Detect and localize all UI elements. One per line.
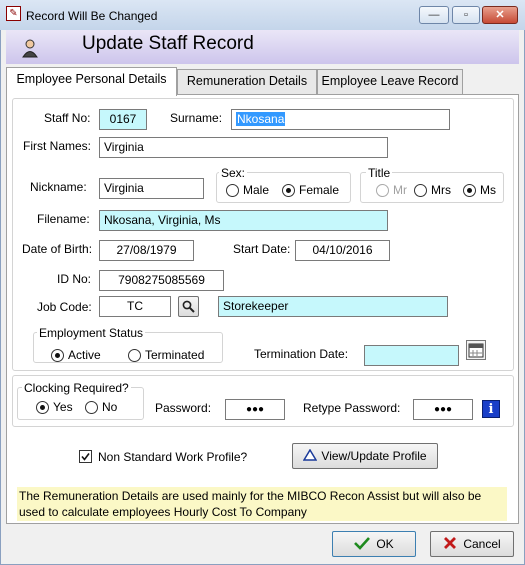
clocking-yes-radio[interactable] [36,401,49,414]
maximize-button[interactable]: ▫ [452,6,480,24]
retype-password-label: Retype Password: [303,401,401,415]
start-date-label: Start Date: [233,242,291,256]
title-ms-radio[interactable] [463,184,476,197]
clocking-required-label: Clocking Required? [22,381,131,395]
tab-employee-leave-record[interactable]: Employee Leave Record [317,69,463,94]
surname-label: Surname: [170,111,223,125]
cancel-button[interactable]: Cancel [430,531,514,557]
cancel-label: Cancel [463,537,501,551]
tab-remuneration-details[interactable]: Remuneration Details [177,69,317,94]
sex-male-label: Male [243,183,270,197]
staff-no-field[interactable]: 0167 [99,109,147,130]
job-code-search-button[interactable] [178,296,199,317]
surname-input[interactable]: Nkosana [231,109,450,130]
status-active-radio[interactable] [51,349,64,362]
title-mrs-radio[interactable] [414,184,427,197]
title-mr-radio[interactable] [376,184,389,197]
job-code-input[interactable]: TC [99,296,171,317]
nickname-input[interactable]: Virginia [99,178,204,199]
employment-status-label: Employment Status [37,326,146,340]
triangle-up-icon [303,448,318,461]
dob-label: Date of Birth: [22,242,93,256]
checkmark-icon [81,453,90,461]
first-names-input[interactable]: Virginia [99,137,388,158]
close-icon: ✕ [495,9,505,21]
non-standard-label: Non Standard Work Profile? [98,450,248,464]
title-mr-label: Mr [393,183,407,197]
info-icon[interactable]: i [482,400,500,418]
info-note: The Remuneration Details are used mainly… [17,487,507,521]
view-update-profile-label: View/Update Profile [321,449,427,463]
sex-label: Sex: [219,166,248,180]
tab-employee-personal-details[interactable]: Employee Personal Details [6,67,177,96]
password-input[interactable]: ●●● [225,399,285,420]
app-icon: ✎ [6,6,21,21]
start-date-input[interactable]: 04/10/2016 [295,240,390,261]
termination-date-field[interactable] [364,345,459,366]
status-terminated-radio[interactable] [128,349,141,362]
job-code-label: Job Code: [37,300,92,314]
id-no-input[interactable]: 7908275085569 [99,270,224,291]
sex-female-radio[interactable] [282,184,295,197]
clocking-yes-label: Yes [53,400,73,414]
clocking-no-radio[interactable] [85,401,98,414]
minimize-icon: — [428,9,440,21]
window-title: Record Will Be Changed [26,9,158,23]
checkmark-icon [354,537,371,550]
title-ms-label: Ms [480,183,496,197]
calendar-icon [468,343,484,358]
staff-no-label: Staff No: [44,111,91,125]
ok-label: OK [376,537,394,551]
user-icon [22,39,38,58]
nickname-label: Nickname: [30,180,87,194]
filename-field[interactable]: Nkosana, Virginia, Ms [99,210,388,231]
sex-female-label: Female [299,183,340,197]
clocking-no-label: No [102,400,118,414]
view-update-profile-button[interactable]: View/Update Profile [292,443,438,469]
cross-icon [444,537,457,549]
maximize-icon: ▫ [464,9,468,21]
status-terminated-label: Terminated [145,348,205,362]
page-title: Update Staff Record [82,33,254,54]
job-description-field[interactable]: Storekeeper [218,296,448,317]
title-label: Title [366,166,393,180]
non-standard-checkbox[interactable] [79,450,92,463]
calendar-button[interactable] [466,340,486,360]
minimize-button[interactable]: — [419,6,449,24]
title-mrs-label: Mrs [431,183,451,197]
status-active-label: Active [68,348,101,362]
password-label: Password: [155,401,212,415]
dob-input[interactable]: 27/08/1979 [99,240,194,261]
termination-date-label: Termination Date: [254,347,349,361]
close-button[interactable]: ✕ [482,6,518,24]
search-icon [182,300,195,313]
sex-male-radio[interactable] [226,184,239,197]
id-no-label: ID No: [57,272,92,286]
retype-password-input[interactable]: ●●● [413,399,473,420]
first-names-label: First Names: [23,139,92,153]
filename-label: Filename: [37,212,90,226]
surname-value: Nkosana [236,112,286,126]
ok-button[interactable]: OK [332,531,416,557]
